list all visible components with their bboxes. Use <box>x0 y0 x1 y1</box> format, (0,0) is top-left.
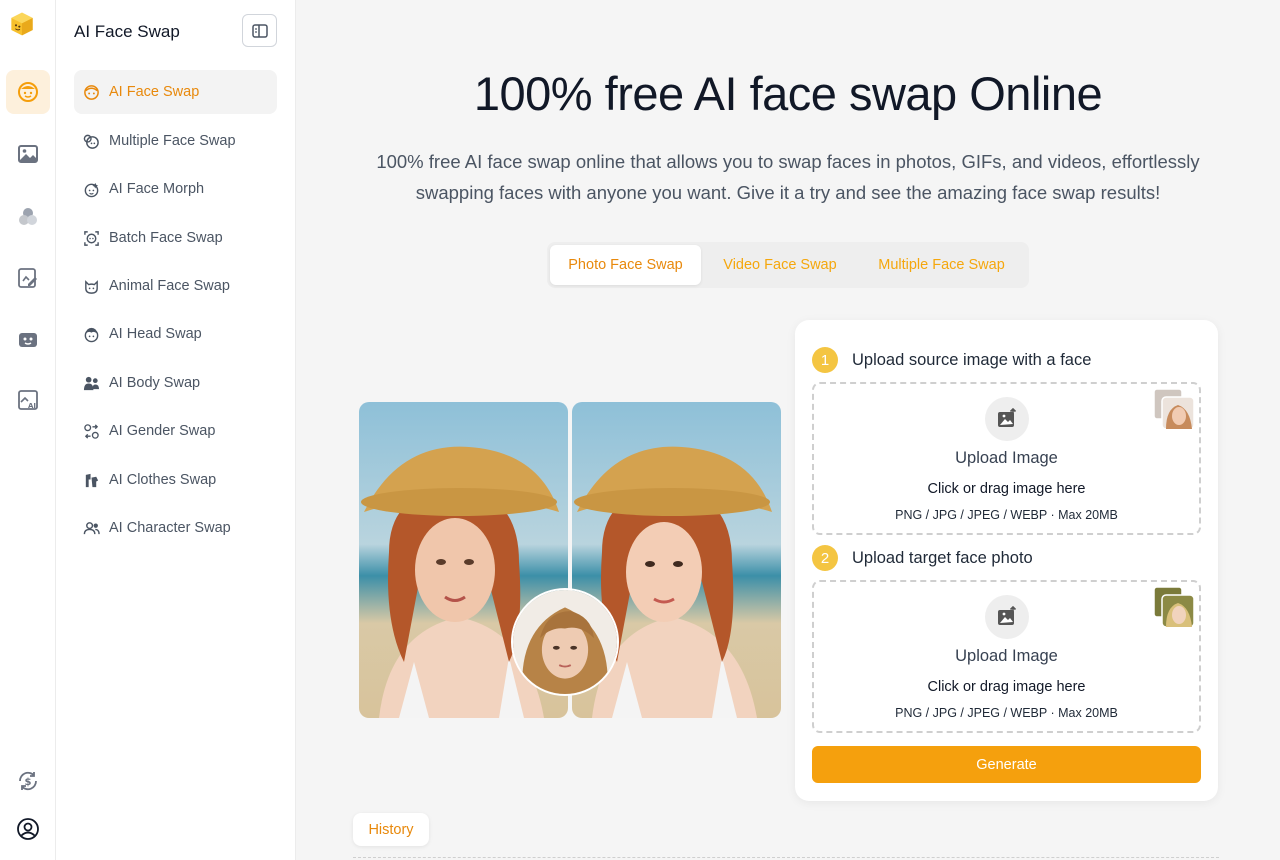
step-1-label: Upload source image with a face <box>852 350 1092 369</box>
step-2: 2 Upload target face photo <box>812 545 1033 571</box>
group-rail-item[interactable] <box>6 194 50 238</box>
sidebar-item-label: AI Clothes Swap <box>109 472 217 488</box>
gender-icon <box>82 422 100 440</box>
body-icon <box>82 374 100 392</box>
face-icon <box>82 83 100 101</box>
sample-target-thumbnails[interactable] <box>1152 585 1196 629</box>
pricing-rail-item[interactable]: $ <box>6 759 50 803</box>
sidebar-item-multiple-face-swap[interactable]: Multiple Face Swap <box>74 119 277 163</box>
sidebar-item-label: Batch Face Swap <box>109 230 223 246</box>
user-circle-icon <box>17 818 39 840</box>
character-icon <box>82 519 100 537</box>
step-2-badge: 2 <box>812 545 838 571</box>
sidebar: AI Face Swap AI Face Swap Multiple Face … <box>56 0 296 860</box>
tab-video-face-swap[interactable]: Video Face Swap <box>701 245 859 285</box>
group-icon <box>19 208 37 225</box>
mode-tabs: Photo Face Swap Video Face Swap Multiple… <box>547 242 1029 288</box>
ai-image-rail-item[interactable]: AI <box>6 378 50 422</box>
edit-rail-item[interactable] <box>6 256 50 300</box>
example-preview <box>359 402 781 718</box>
edit-icon <box>18 268 37 288</box>
clothes-icon <box>82 471 100 489</box>
upload-hint: Click or drag image here <box>927 481 1086 497</box>
dollar-refresh-icon: $ <box>19 771 37 791</box>
collapse-sidebar-button[interactable] <box>242 14 277 47</box>
sidebar-item-label: Multiple Face Swap <box>109 133 236 149</box>
app-logo-icon[interactable] <box>10 12 46 48</box>
upload-title: Upload Image <box>955 449 1058 467</box>
sidebar-item-animal-face-swap[interactable]: Animal Face Swap <box>74 264 277 308</box>
account-rail-item[interactable] <box>6 807 50 851</box>
svg-text:AI: AI <box>28 402 36 410</box>
history-button[interactable]: History <box>353 813 429 846</box>
sidebar-item-ai-body-swap[interactable]: AI Body Swap <box>74 361 277 405</box>
icon-rail: AI $ <box>0 0 56 860</box>
face-icon <box>18 82 38 102</box>
page-subtitle: 100% free AI face swap online that allow… <box>376 151 1200 203</box>
sidebar-item-ai-gender-swap[interactable]: AI Gender Swap <box>74 409 277 453</box>
sidebar-item-label: AI Face Swap <box>109 84 200 100</box>
sidebar-item-label: Animal Face Swap <box>109 278 230 294</box>
sidebar-item-label: AI Head Swap <box>109 326 202 342</box>
sidebar-item-ai-character-swap[interactable]: AI Character Swap <box>74 506 277 550</box>
video-icon <box>19 333 37 347</box>
upload-title: Upload Image <box>955 647 1058 665</box>
step-2-label: Upload target face photo <box>852 548 1033 567</box>
tab-photo-face-swap[interactable]: Photo Face Swap <box>550 245 701 285</box>
upload-image-icon <box>985 595 1029 639</box>
upload-hint: Click or drag image here <box>927 679 1086 695</box>
multi-face-icon <box>82 132 100 150</box>
sidebar-item-label: AI Character Swap <box>109 520 231 536</box>
sidebar-toggle-icon <box>251 23 268 38</box>
source-face-inset <box>511 588 619 696</box>
morph-icon <box>82 180 100 198</box>
sidebar-item-ai-clothes-swap[interactable]: AI Clothes Swap <box>74 458 277 502</box>
ai-image-icon: AI <box>18 390 38 410</box>
video-rail-item[interactable] <box>6 318 50 362</box>
face-swap-rail-item[interactable] <box>6 70 50 114</box>
page-title: 100% free AI face swap Online <box>473 67 1103 120</box>
sidebar-title: AI Face Swap <box>74 22 180 41</box>
upload-card: 1 Upload source image with a face Upload… <box>795 320 1218 801</box>
image-rail-item[interactable] <box>6 132 50 176</box>
sidebar-item-ai-face-swap[interactable]: AI Face Swap <box>74 70 277 114</box>
source-image-dropzone[interactable]: Upload Image Click or drag image here PN… <box>812 382 1201 535</box>
main-content: 100% free AI face swap Online 100% free … <box>296 0 1280 860</box>
cat-icon <box>82 277 100 295</box>
sidebar-item-ai-head-swap[interactable]: AI Head Swap <box>74 312 277 356</box>
step-1: 1 Upload source image with a face <box>812 347 1091 373</box>
sidebar-item-batch-face-swap[interactable]: Batch Face Swap <box>74 216 277 260</box>
sidebar-item-ai-face-morph[interactable]: AI Face Morph <box>74 167 277 211</box>
history-divider <box>353 857 1219 858</box>
head-icon <box>82 325 100 343</box>
target-image-dropzone[interactable]: Upload Image Click or drag image here PN… <box>812 580 1201 733</box>
batch-icon <box>82 229 100 247</box>
upload-formats: PNG / JPG / JPEG / WEBP · Max 20MB <box>895 508 1118 522</box>
tab-multiple-face-swap[interactable]: Multiple Face Swap <box>859 245 1024 285</box>
sample-source-thumbnails[interactable] <box>1152 387 1196 431</box>
image-icon <box>18 145 38 163</box>
upload-formats: PNG / JPG / JPEG / WEBP · Max 20MB <box>895 706 1118 720</box>
sidebar-item-label: AI Gender Swap <box>109 423 216 439</box>
upload-image-icon <box>985 397 1029 441</box>
step-1-badge: 1 <box>812 347 838 373</box>
sidebar-item-label: AI Face Morph <box>109 181 205 197</box>
svg-text:$: $ <box>25 777 32 788</box>
generate-button[interactable]: Generate <box>812 746 1201 783</box>
sidebar-item-label: AI Body Swap <box>109 375 201 391</box>
